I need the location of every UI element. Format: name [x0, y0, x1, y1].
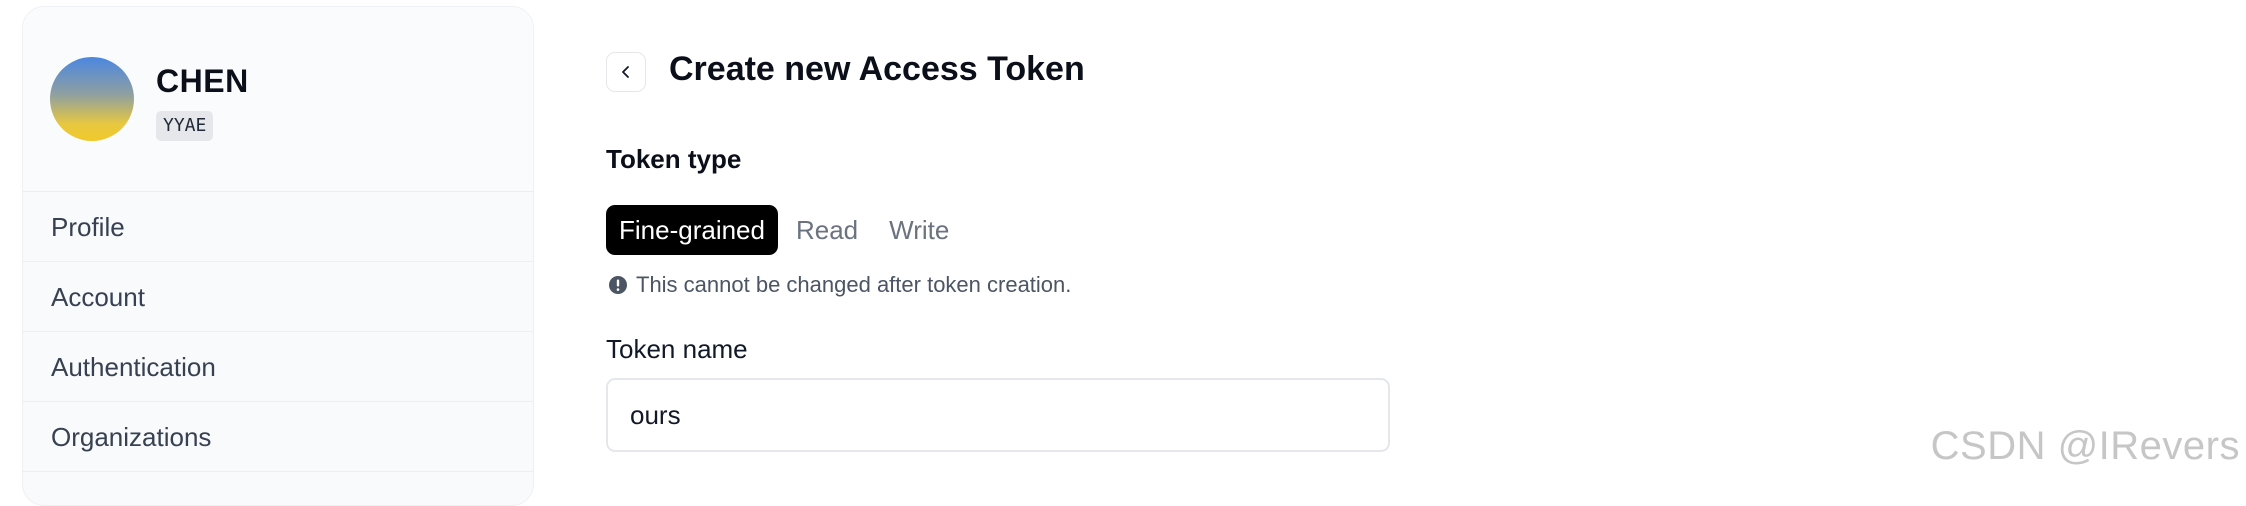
token-type-note-text: This cannot be changed after token creat…	[636, 272, 1072, 297]
token-type-selector: Fine-grained Read Write	[606, 205, 967, 255]
exclamation-circle-icon	[609, 276, 627, 294]
token-type-note: This cannot be changed after token creat…	[608, 272, 1071, 298]
sidebar-item-organizations[interactable]: Organizations	[23, 402, 533, 472]
token-name-input[interactable]	[606, 378, 1390, 452]
sidebar-item-authentication[interactable]: Authentication	[23, 332, 533, 402]
token-type-label: Token type	[606, 144, 742, 174]
user-card: CHEN YYAE	[23, 7, 533, 192]
tab-fine-grained[interactable]: Fine-grained	[606, 205, 778, 255]
token-name-label: Token name	[606, 334, 748, 364]
settings-nav: Profile Account Authentication Organizat…	[23, 192, 533, 472]
chevron-left-icon	[622, 66, 629, 78]
watermark: CSDN @IRevers	[1930, 424, 2240, 468]
page-title: Create new Access Token	[669, 50, 1085, 88]
back-button[interactable]	[606, 52, 646, 92]
settings-sidebar: CHEN YYAE Profile Account Authentication…	[22, 6, 534, 506]
tab-read[interactable]: Read	[783, 205, 871, 255]
sidebar-item-profile[interactable]: Profile	[23, 192, 533, 262]
avatar[interactable]	[50, 57, 134, 141]
user-name: CHEN	[156, 63, 249, 99]
sidebar-item-account[interactable]: Account	[23, 262, 533, 332]
tab-write[interactable]: Write	[876, 205, 962, 255]
user-handle-badge: YYAE	[156, 111, 214, 141]
